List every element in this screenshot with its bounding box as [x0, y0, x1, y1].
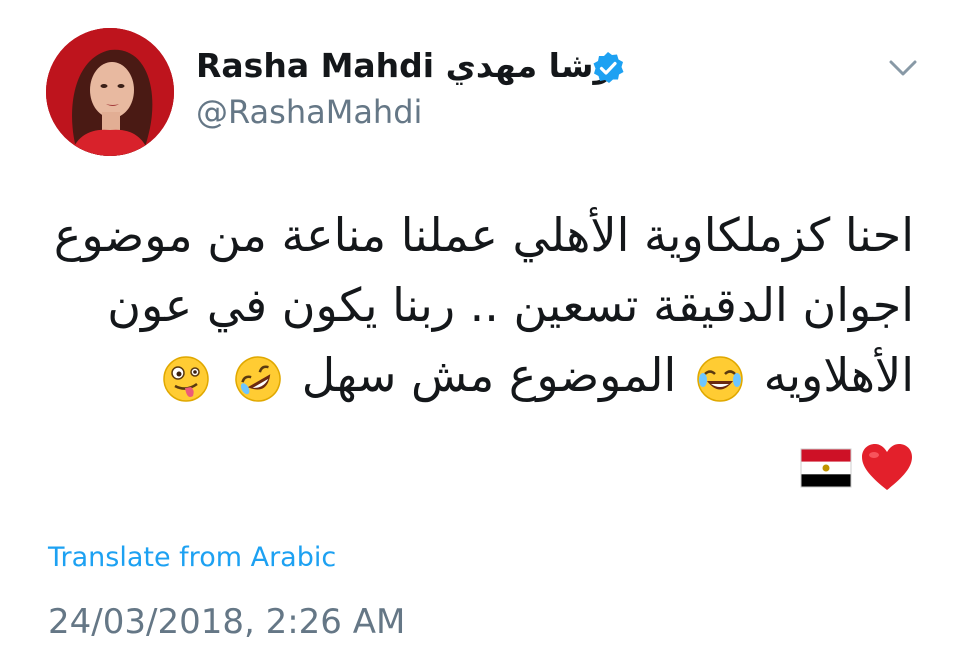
tweet-line-3: الأهلاويه الموضوع مش سهل: [74, 340, 914, 410]
winking-tongue-emoji-icon: [162, 355, 209, 402]
tweet-line-1: احنا كزملكاوية الأهلي عملنا مناعة من موض…: [53, 208, 914, 262]
tweet-line-3-start: الأهلاويه: [763, 348, 914, 402]
emoji-row: [800, 440, 914, 496]
rofl-emoji-icon: [235, 355, 281, 402]
avatar[interactable]: [46, 28, 174, 156]
profile-photo-icon: [46, 28, 174, 156]
tweet-line-2: اجوان الدقيقة تسعين .. ربنا يكون في عون: [107, 278, 914, 332]
display-name[interactable]: Rasha Mahdi رشا مهدي: [196, 42, 612, 90]
tweet-timestamp[interactable]: 24/03/2018, 2:26 AM: [48, 598, 405, 646]
chevron-down-icon[interactable]: [886, 56, 920, 80]
handle[interactable]: @RashaMahdi: [196, 90, 422, 134]
translate-link[interactable]: Translate from Arabic: [48, 538, 336, 578]
tweet-text: احنا كزملكاوية الأهلي عملنا مناعة من موض…: [53, 200, 914, 410]
red-heart-emoji-icon: [862, 444, 912, 490]
tweet-card: Rasha Mahdi رشا مهدي @RashaMahdi احنا كز…: [0, 0, 960, 666]
verified-badge-icon: [593, 52, 624, 83]
egypt-flag-emoji-icon: [800, 448, 852, 488]
tweet-line-3-mid: الموضوع مش سهل: [301, 348, 677, 402]
joy-emoji-icon: [697, 355, 743, 402]
